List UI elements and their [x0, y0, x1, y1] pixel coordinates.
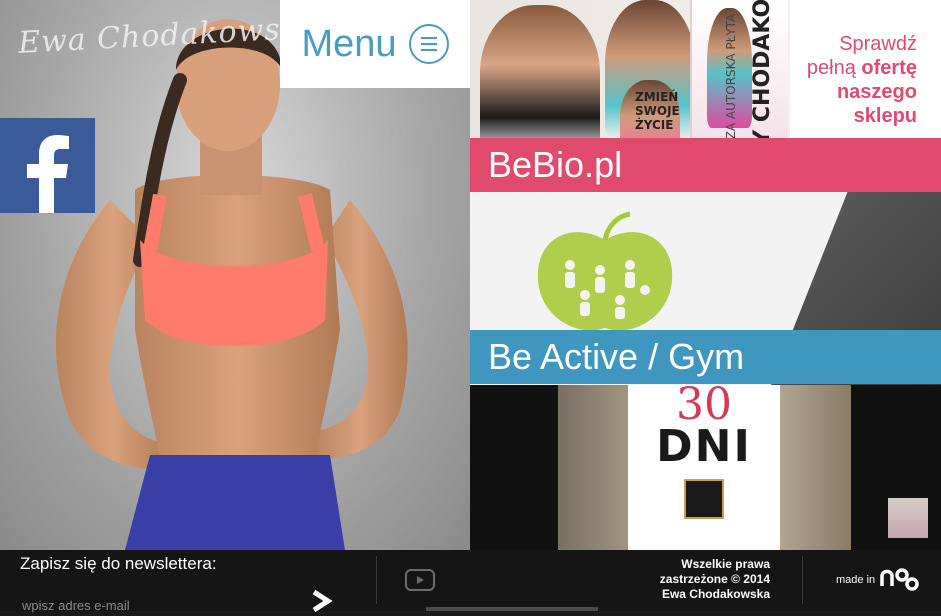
shop-promo-text[interactable]: Sprawdź pełną ofertę naszego sklepu: [807, 32, 917, 128]
promo-line-4: sklepu: [853, 105, 917, 127]
copyright-line-2: zastrzeżone © 2014: [659, 572, 770, 586]
menu-button[interactable]: Menu: [280, 0, 470, 88]
dvd-tag: ZMIEŃ SWOJE ŻYCIE: [635, 90, 680, 132]
made-in-label: made in: [836, 574, 876, 586]
play-icon: [417, 576, 424, 584]
footer-scrollbar[interactable]: [426, 607, 598, 611]
email-input[interactable]: [22, 594, 312, 616]
footer-divider: [802, 556, 803, 604]
thirty-number: 30: [676, 385, 732, 430]
copyright-line-3: Ewa Chodakowska: [661, 587, 770, 601]
noo-logo-icon[interactable]: [880, 566, 920, 594]
promo-woman-1: [480, 5, 600, 155]
footer: Zapisz się do newslettera: Wszelkie praw…: [0, 550, 941, 616]
facebook-link[interactable]: [0, 118, 95, 213]
bebio-tile[interactable]: ZMIEŃ SWOJE ŻYCIE EWY CHODAKOWSKIEJ PIER…: [470, 0, 941, 192]
menu-label: Menu: [301, 22, 397, 65]
promo-line-2a: pełną: [806, 57, 862, 79]
promo-line-3: naszego: [836, 81, 917, 103]
copyright-line-1: Wszelkie prawa: [681, 557, 770, 571]
dni-word: DNI: [656, 421, 752, 472]
bebio-title[interactable]: BeBio.pl: [470, 138, 941, 192]
gym-title[interactable]: Be Active / Gym: [470, 330, 941, 384]
play-video-icon[interactable]: [405, 569, 435, 591]
gold-badge-icon: [684, 479, 724, 519]
facebook-icon: [26, 135, 69, 213]
chevron-right-icon[interactable]: [310, 590, 334, 612]
copyright-text: Wszelkie prawa zastrzeżone © 2014 Ewa Ch…: [660, 557, 770, 602]
hamburger-circle-icon: [408, 24, 449, 64]
promo-line-2b: ofertę: [861, 57, 917, 79]
thumbnail-image[interactable]: [888, 498, 928, 538]
footer-divider: [376, 556, 377, 604]
thirty-days-card: 30 DNI: [628, 385, 780, 550]
gym-tile[interactable]: Be Active / Gym: [470, 192, 941, 385]
apple-people-icon: [537, 211, 673, 331]
newsletter-label: Zapisz się do newslettera:: [20, 554, 217, 573]
promo-line-1: Sprawdź: [839, 33, 917, 55]
thirty-days-tile[interactable]: 30 DNI: [470, 385, 941, 550]
